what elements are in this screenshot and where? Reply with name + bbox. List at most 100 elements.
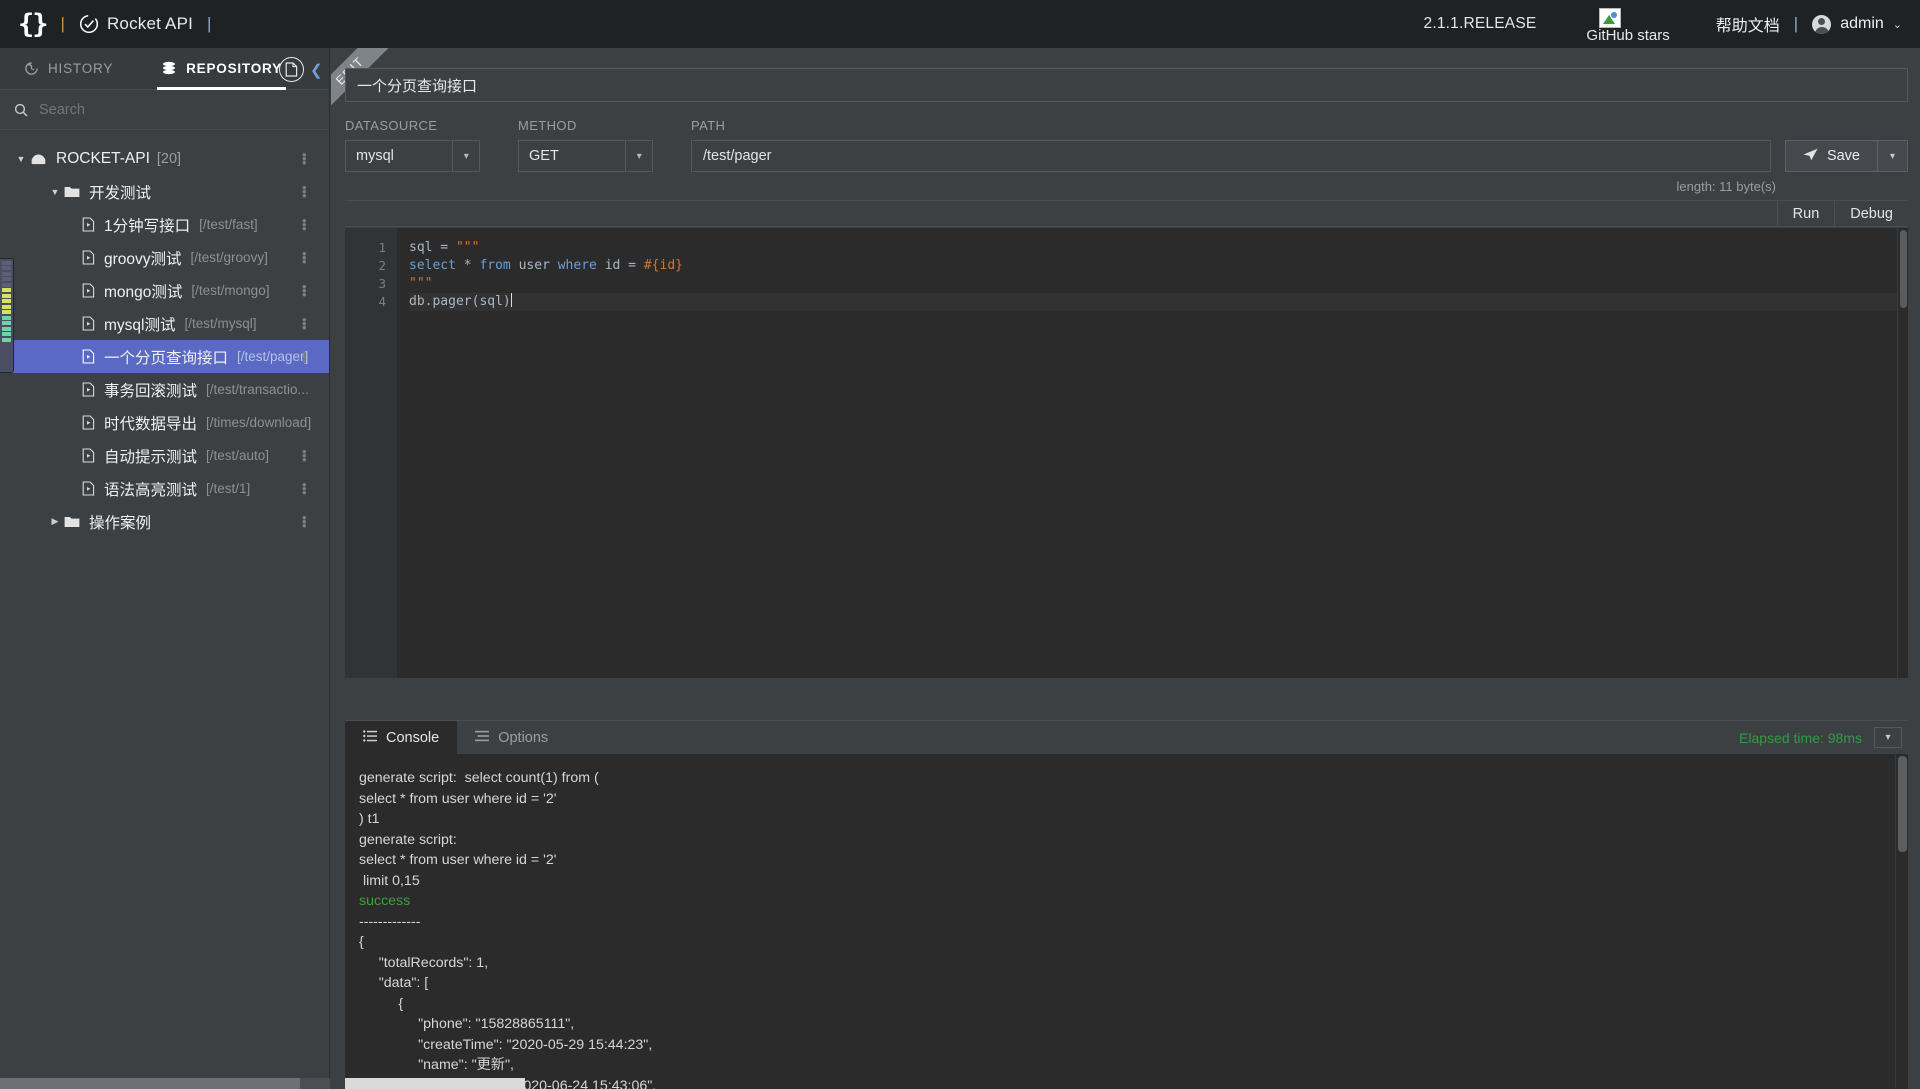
tree-item-label: groovy测试 xyxy=(104,247,182,269)
more-options-icon[interactable]: ••• xyxy=(302,285,305,297)
code-line-1: sql = """ xyxy=(409,239,1897,257)
options-icon xyxy=(475,730,489,746)
more-options-icon[interactable]: ••• xyxy=(302,318,305,330)
help-doc-link[interactable]: 帮助文档 xyxy=(1716,12,1780,36)
code-line-4: db.pager(sql) xyxy=(409,293,1897,311)
app-title: Rocket API xyxy=(107,14,193,34)
header-right-group: 2.1.1.RELEASE GitHub stars 帮助文档 | admin … xyxy=(1424,0,1902,48)
search-row[interactable] xyxy=(0,90,329,130)
tree-item-label: 一个分页查询接口 xyxy=(104,346,228,368)
tree-item-syntax[interactable]: 语法高亮测试 [/test/1] ••• xyxy=(0,472,329,505)
more-options-icon[interactable]: ••• xyxy=(302,219,305,231)
datasource-select[interactable]: mysql ▾ xyxy=(345,140,480,172)
code-token-var: sql xyxy=(409,240,432,255)
elapsed-time-label: Elapsed time: 98ms xyxy=(1739,721,1862,754)
more-options-icon[interactable]: ••• xyxy=(302,252,305,264)
api-file-icon xyxy=(82,250,95,265)
header-divider-1: | xyxy=(61,14,65,34)
path-input[interactable] xyxy=(691,140,1771,172)
api-file-icon xyxy=(82,415,95,430)
version-label: 2.1.1.RELEASE xyxy=(1424,15,1537,33)
more-options-icon[interactable]: ••• xyxy=(302,186,305,198)
api-file-icon xyxy=(82,382,95,397)
repository-tree: ▼ ROCKET-API [20] ••• ▼ 开发测试 ••• xyxy=(0,130,329,538)
more-options-icon[interactable]: ••• xyxy=(302,483,305,495)
code-lines[interactable]: sql = """ select * from user where id = … xyxy=(397,228,1897,678)
code-token-where: where xyxy=(558,258,597,273)
tab-console-label: Console xyxy=(386,730,439,746)
tree-folder-dev[interactable]: ▼ 开发测试 ••• xyxy=(0,175,329,208)
tree-item-path: [/test/mysql] xyxy=(184,316,256,331)
method-value: GET xyxy=(519,141,625,171)
length-indicator: length: 11 byte(s) xyxy=(345,179,1908,194)
tree-item-mysql[interactable]: mysql测试 [/test/mysql] ••• xyxy=(0,307,329,340)
chevron-left-icon[interactable]: ❮ xyxy=(310,61,323,79)
tree-item-mongo[interactable]: mongo测试 [/test/mongo] ••• xyxy=(0,274,329,307)
api-title-input[interactable] xyxy=(345,68,1908,102)
chevron-down-icon[interactable]: ▾ xyxy=(452,141,479,171)
header-divider-3: | xyxy=(1794,14,1798,34)
tree-item-auto[interactable]: 自动提示测试 [/test/auto] ••• xyxy=(0,439,329,472)
sidebar-horizontal-scrollbar[interactable] xyxy=(0,1078,330,1089)
document-icon[interactable] xyxy=(279,57,304,82)
api-editor-pane: DATASOURCE mysql ▾ METHOD GET ▾ PATH xyxy=(345,68,1908,698)
debug-button[interactable]: Debug xyxy=(1834,201,1908,227)
chevron-down-icon[interactable]: ▼ xyxy=(12,154,30,164)
sidebar: HISTORY REPOSITORY ❮ xyxy=(0,48,330,1089)
console-vertical-scrollbar[interactable] xyxy=(1895,754,1908,1089)
save-button-group: Save ▾ xyxy=(1785,140,1908,172)
chevron-down-icon[interactable]: ▼ xyxy=(46,187,64,197)
tab-console[interactable]: Console xyxy=(345,721,457,754)
tab-repository[interactable]: REPOSITORY xyxy=(155,48,288,90)
line-number: 2 xyxy=(345,257,386,275)
check-circle-icon xyxy=(79,14,99,34)
console-pane: Console Options Elapsed time: 98ms ▾ gen… xyxy=(345,720,1908,1089)
save-dropdown-toggle[interactable]: ▾ xyxy=(1878,140,1908,172)
chevron-down-icon[interactable]: ▾ xyxy=(625,141,652,171)
tree-node-root[interactable]: ▼ ROCKET-API [20] ••• xyxy=(0,142,329,175)
search-icon xyxy=(14,103,28,117)
more-options-icon[interactable]: ••• xyxy=(302,450,305,462)
method-select[interactable]: GET ▾ xyxy=(518,140,653,172)
code-token-star: * xyxy=(456,258,479,273)
console-output-body[interactable]: generate script: select count(1) from ( … xyxy=(345,754,1908,1089)
user-menu[interactable]: admin ⌄ xyxy=(1812,15,1902,34)
api-fields-row: DATASOURCE mysql ▾ METHOD GET ▾ PATH xyxy=(345,118,1908,172)
tab-options[interactable]: Options xyxy=(457,721,566,754)
more-options-icon[interactable]: ••• xyxy=(302,516,305,528)
run-button[interactable]: Run xyxy=(1777,201,1835,227)
code-vertical-scrollbar[interactable] xyxy=(1897,228,1908,678)
path-label: PATH xyxy=(691,118,1771,133)
tree-root-label: ROCKET-API xyxy=(56,150,150,168)
chevron-right-icon[interactable]: ▶ xyxy=(46,516,64,527)
code-token-eq: = xyxy=(432,240,455,255)
code-editor[interactable]: 1 2 3 4 sql = """ select * from user whe… xyxy=(345,228,1908,678)
search-input[interactable] xyxy=(39,102,279,118)
script-editor-container: Run Debug 1 2 3 4 sql = """ select * fro… xyxy=(345,200,1908,678)
tree-folder-cases[interactable]: ▶ 操作案例 ••• xyxy=(0,505,329,538)
api-file-icon xyxy=(82,283,95,298)
code-editor-inner: 1 2 3 4 sql = """ select * from user whe… xyxy=(345,228,1897,678)
code-token-select: select xyxy=(409,258,456,273)
braces-logo-icon[interactable]: {} xyxy=(18,9,47,40)
console-horizontal-scrollbar[interactable] xyxy=(345,1078,525,1089)
console-collapse-toggle[interactable]: ▾ xyxy=(1874,727,1902,748)
github-stars-badge[interactable]: GitHub stars xyxy=(1586,8,1669,44)
line-number: 3 xyxy=(345,275,386,293)
api-file-icon xyxy=(82,448,95,463)
save-button[interactable]: Save xyxy=(1785,140,1878,172)
code-token-quote: """ xyxy=(456,240,479,255)
tree-root-count: [20] xyxy=(157,151,181,167)
tree-item-transaction[interactable]: 事务回滚测试 [/test/transactio... xyxy=(0,373,329,406)
tab-history[interactable]: HISTORY xyxy=(18,48,119,90)
text-caret xyxy=(511,293,512,307)
tree-item-path: [/test/pager] xyxy=(237,349,308,364)
tree-item-pager[interactable]: 一个分页查询接口 [/test/pager] ••• xyxy=(0,340,329,373)
tree-item-fast[interactable]: 1分钟写接口 [/test/fast] ••• xyxy=(0,208,329,241)
more-options-icon[interactable]: ••• xyxy=(302,351,305,363)
more-options-icon[interactable]: ••• xyxy=(302,153,305,165)
tree-item-groovy[interactable]: groovy测试 [/test/groovy] ••• xyxy=(0,241,329,274)
tree-item-times-download[interactable]: 时代数据导出 [/times/download] xyxy=(0,406,329,439)
user-name-label: admin xyxy=(1840,15,1884,33)
console-log-success: success xyxy=(359,893,410,909)
